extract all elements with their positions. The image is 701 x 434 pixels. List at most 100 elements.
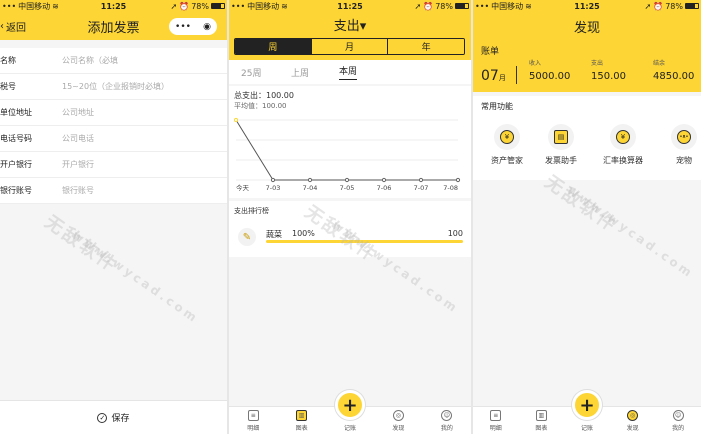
tab-label: 记账	[580, 425, 593, 432]
phone-input[interactable]: 公司电话	[62, 133, 94, 144]
tab-mine[interactable]: ☺ 我的	[655, 407, 701, 434]
ranking-category: 蔬菜	[266, 230, 282, 239]
field-label: 电话号码	[0, 134, 32, 143]
tab-label: 明细	[247, 425, 260, 432]
week-tab-last[interactable]: 上周	[291, 66, 309, 79]
alarm-icon: ⏰	[179, 1, 190, 11]
tab-label: 发现	[626, 425, 639, 432]
bank-input[interactable]: 开户银行	[62, 159, 94, 170]
location-icon: ➚	[414, 1, 422, 11]
data-point[interactable]	[270, 177, 276, 183]
icon-glyph: ¥	[500, 130, 514, 144]
field-label: 银行账号	[0, 186, 32, 195]
data-point[interactable]	[307, 177, 313, 183]
add-record-button[interactable]: +	[572, 390, 602, 420]
segment-month[interactable]: 月	[311, 39, 389, 54]
tab-label: 发现	[392, 425, 405, 432]
exchange-rate-button[interactable]: ¥ 汇率换算器	[598, 124, 648, 166]
form-row-account[interactable]: 银行账号 银行账号	[0, 178, 227, 204]
account-input[interactable]: 银行账号	[62, 185, 94, 196]
location-icon: ➚	[170, 1, 178, 11]
expense-type-dropdown[interactable]: 支出▾	[334, 15, 367, 34]
alarm-icon: ⏰	[423, 1, 434, 11]
close-mini-program-icon[interactable]: ◉	[203, 22, 211, 32]
bill-card[interactable]: 账单 07月 收入 5000.00 支出 150.00 结余 4850.00	[473, 40, 701, 92]
ranking-percent: 100%	[292, 229, 315, 238]
icon-glyph: •ᴥ•	[677, 130, 691, 144]
back-label: 返回	[6, 22, 26, 34]
tax-id-input[interactable]: 15~20位（企业报销时必填）	[62, 81, 169, 92]
ranking-value: 100	[447, 229, 463, 238]
tab-mine[interactable]: ☺ 我的	[423, 407, 471, 434]
asset-manager-button[interactable]: ¥ 资产管家	[482, 124, 532, 166]
add-record-button[interactable]: +	[335, 390, 365, 420]
data-point[interactable]	[233, 117, 239, 123]
x-tick-label: 7-03	[266, 184, 281, 192]
tab-discover[interactable]: ◎ 发现	[610, 407, 656, 434]
income-summary: 收入 5000.00	[529, 58, 570, 82]
week-tab-25[interactable]: 25周	[241, 66, 261, 79]
data-point[interactable]	[418, 177, 424, 183]
functions-title: 常用功能	[481, 102, 513, 111]
nav-bar: 支出▾	[229, 12, 471, 36]
period-segmented-control: 周 月 年	[234, 38, 465, 55]
battery-percent: 78%	[435, 1, 453, 11]
mini-program-capsule: ••• ◉	[169, 18, 217, 35]
discover-screen: ••• 中国移动 ≋ 11:25 ➚ ⏰ 78% 发现 账单 07月 收入 5000.00…	[473, 0, 701, 434]
balance-summary: 结余 4850.00	[653, 58, 694, 82]
compass-icon: ◎	[627, 410, 639, 421]
total-expense: 总支出：100.00	[234, 91, 294, 100]
tab-details[interactable]: ≡ 明细	[229, 407, 277, 434]
x-tick-label: 7-07	[414, 184, 429, 192]
vegetable-icon: ✎	[238, 228, 256, 246]
chart-icon: ▥	[296, 410, 308, 421]
ranking-bar	[266, 240, 463, 243]
form-row-phone[interactable]: 电话号码 公司电话	[0, 126, 227, 152]
balance-label: 结余	[653, 60, 666, 67]
tab-charts[interactable]: ▥ 图表	[277, 407, 325, 434]
tab-details[interactable]: ≡ 明细	[473, 407, 519, 434]
wallet-icon: ¥	[494, 124, 520, 150]
company-name-input[interactable]: 公司名称（必填	[62, 55, 118, 66]
address-input[interactable]: 公司地址	[62, 107, 94, 118]
bill-divider	[516, 66, 517, 84]
check-circle-icon: ✓	[97, 412, 108, 423]
more-icon[interactable]: •••	[175, 22, 191, 32]
carrier-label: 中国移动	[18, 1, 51, 11]
tab-label: 图表	[535, 425, 548, 432]
data-point[interactable]	[344, 177, 350, 183]
form-row-name[interactable]: 名称 公司名称（必填	[0, 48, 227, 74]
pet-button[interactable]: •ᴥ• 宠物	[659, 124, 701, 166]
expense-series-line	[235, 119, 458, 181]
page-title: 添加发票	[87, 20, 140, 36]
wifi-icon: ≋	[525, 1, 532, 11]
ranking-item[interactable]: ✎ 蔬菜 100% 100	[234, 226, 463, 246]
carrier-label: 中国移动	[491, 1, 524, 11]
data-point[interactable]	[381, 177, 387, 183]
chart-icon: ▥	[535, 410, 547, 421]
week-tab-current[interactable]: 本周	[339, 64, 358, 80]
user-icon: ☺	[441, 410, 453, 421]
signal-icon: •••	[2, 1, 17, 11]
nav-bar: ‹ 返回 添加发票 ••• ◉	[0, 12, 227, 40]
tab-label: 明细	[489, 425, 502, 432]
tab-discover[interactable]: ◎ 发现	[374, 407, 422, 434]
status-bar: ••• 中国移动 ≋ 11:25 ➚ ⏰ 78%	[473, 0, 701, 12]
invoice-assistant-button[interactable]: ▤ 发票助手	[536, 124, 586, 166]
save-button[interactable]: ✓ 保存	[0, 400, 227, 434]
form-row-tax-id[interactable]: 税号 15~20位（企业报销时必填）	[0, 74, 227, 100]
x-tick-label: 7-08	[443, 184, 458, 192]
segment-week[interactable]: 周	[235, 39, 312, 54]
list-icon: ≡	[247, 410, 259, 421]
field-label: 开户银行	[0, 160, 32, 169]
back-button[interactable]: ‹ 返回	[0, 12, 26, 40]
tab-charts[interactable]: ▥ 图表	[519, 407, 565, 434]
tab-label: 我的	[440, 425, 453, 432]
x-tick-label: 今天	[236, 183, 250, 192]
segment-year[interactable]: 年	[388, 39, 464, 54]
data-point[interactable]	[455, 177, 461, 183]
form-row-address[interactable]: 单位地址 公司地址	[0, 100, 227, 126]
form-row-bank[interactable]: 开户银行 开户银行	[0, 152, 227, 178]
tab-label: 图表	[295, 425, 308, 432]
wifi-icon: ≋	[281, 1, 288, 11]
